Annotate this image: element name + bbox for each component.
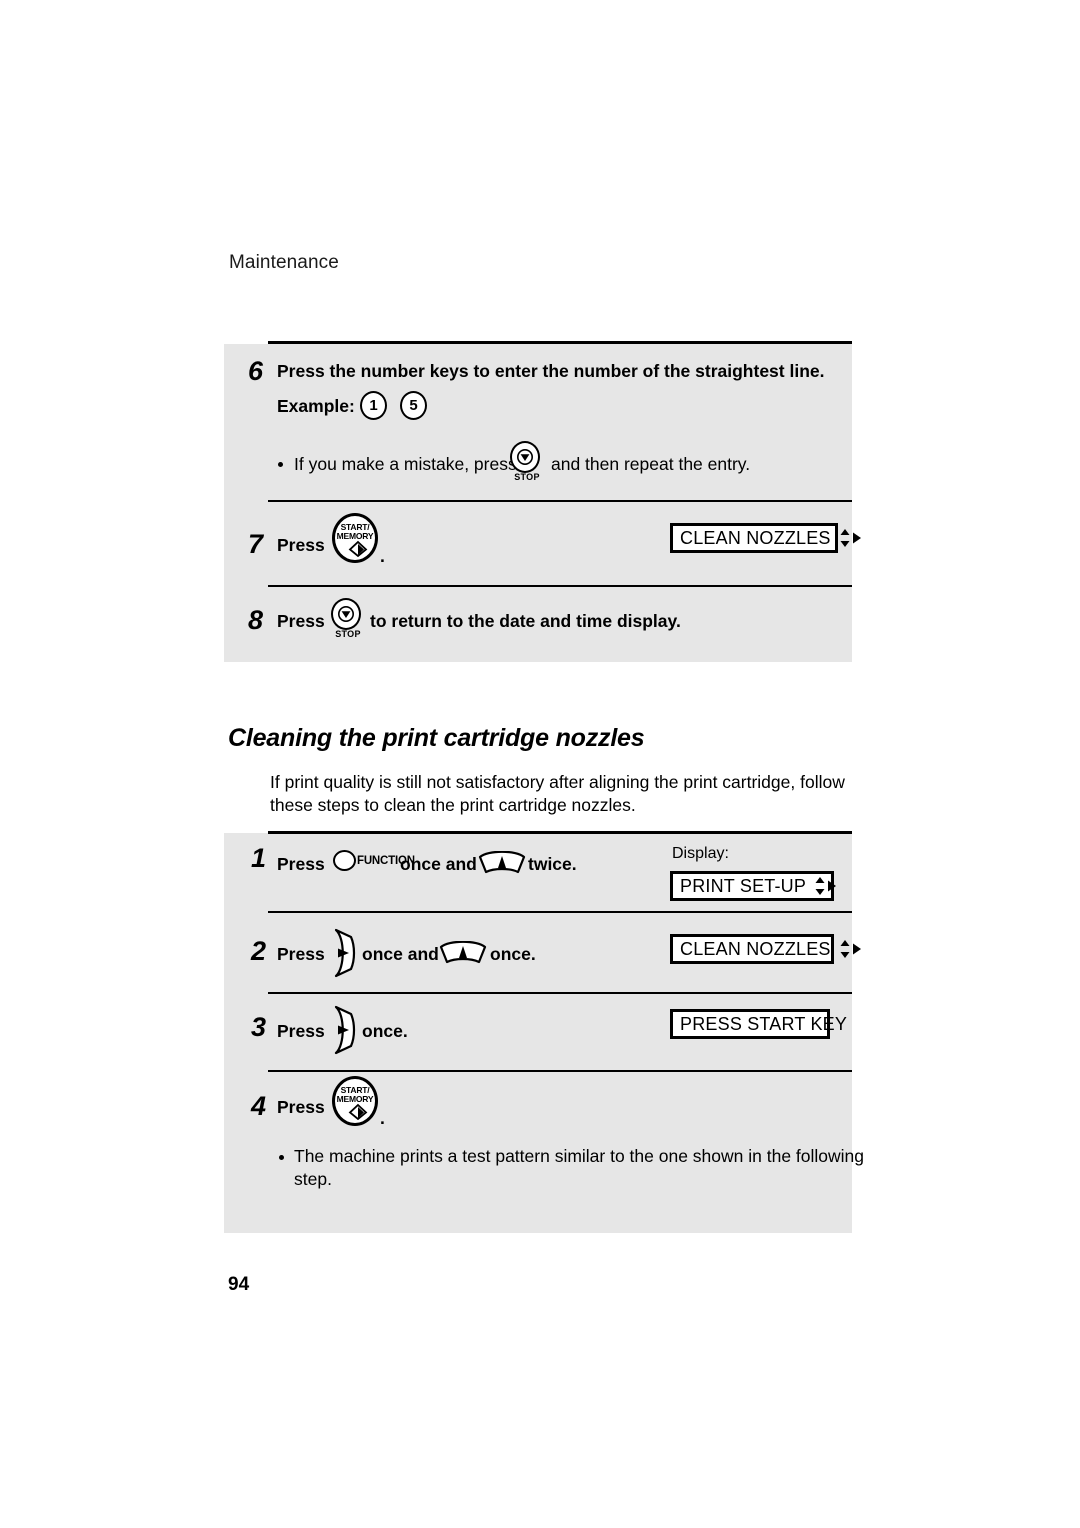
intro-paragraph-line2: these steps to clean the print cartridge… xyxy=(270,795,636,815)
step-number-3: 3 xyxy=(251,1012,267,1042)
rule-above-step-7 xyxy=(268,500,852,502)
up-down-right-arrows-icon xyxy=(840,940,861,958)
running-head: Maintenance xyxy=(229,252,339,273)
up-down-right-arrows-icon xyxy=(840,529,861,547)
step-number-8: 8 xyxy=(248,605,264,635)
manual-page: Maintenance 6 Press the number keys to e… xyxy=(0,0,1080,1528)
display-clean-nozzles-step7: CLEAN NOZZLES xyxy=(670,523,861,553)
step-number-1: 1 xyxy=(251,843,267,873)
step-8-instruction: to return to the date and time display. xyxy=(370,611,681,631)
rule-above-step-4 xyxy=(268,1070,852,1072)
right-arrow-key-icon xyxy=(334,928,356,978)
stop-key[interactable]: STOP xyxy=(331,598,365,639)
display-press-start-key: PRESS START KEY xyxy=(670,1009,847,1039)
step-6-note-after: and then repeat the entry. xyxy=(551,454,751,474)
up-arrow-key[interactable] xyxy=(439,941,487,967)
step-2-after-text: once. xyxy=(490,944,536,964)
display-clean-nozzles-step2: CLEAN NOZZLES xyxy=(670,934,861,964)
display-arrows xyxy=(831,938,863,960)
display-text: PRESS START KEY xyxy=(680,1014,848,1034)
step-1-press-label: Press xyxy=(277,854,325,874)
up-down-right-arrows-icon xyxy=(815,877,837,895)
stop-symbol-icon xyxy=(338,606,354,622)
start-key-line2: MEMORY xyxy=(336,1094,374,1104)
stop-key-body xyxy=(331,598,361,630)
step-number-2: 2 xyxy=(251,936,267,966)
up-arrow-key-icon xyxy=(439,941,487,964)
start-diamond-icon xyxy=(348,540,368,557)
display-arrows xyxy=(831,527,863,549)
step-2-press-label: Press xyxy=(277,944,325,964)
right-arrow-key-icon xyxy=(334,1005,356,1055)
up-arrow-key-icon xyxy=(478,851,526,874)
intro-paragraph-line1: If print quality is still not satisfacto… xyxy=(270,772,845,792)
step-4-period: . xyxy=(380,1108,385,1128)
display-arrows xyxy=(806,875,838,897)
step-1-after-text: twice. xyxy=(528,854,577,874)
number-key-5[interactable]: 5 xyxy=(400,391,427,420)
display-text: CLEAN NOZZLES xyxy=(680,528,831,548)
stop-key[interactable]: STOP xyxy=(510,441,544,482)
right-arrow-key[interactable] xyxy=(329,927,359,979)
step-7-period: . xyxy=(380,546,385,566)
page-number: 94 xyxy=(228,1274,250,1295)
stop-key-label: STOP xyxy=(514,472,540,482)
example-label: Example: xyxy=(277,396,355,416)
number-key-1[interactable]: 1 xyxy=(360,391,387,420)
right-arrow-key[interactable] xyxy=(329,1004,359,1056)
step-1-mid-text: once and xyxy=(400,854,477,874)
step-3-after-text: once. xyxy=(362,1021,408,1041)
stop-symbol-icon xyxy=(517,449,533,465)
bullet-marker xyxy=(279,1155,284,1160)
rule-above-step-8 xyxy=(268,585,852,587)
step-number-7: 7 xyxy=(248,529,264,559)
panel-top-rule xyxy=(268,341,852,344)
stop-key-body xyxy=(510,441,540,473)
step-4-press-label: Press xyxy=(277,1097,325,1117)
start-diamond-icon xyxy=(348,1103,368,1120)
step-4-note-line1: The machine prints a test pattern simila… xyxy=(294,1146,865,1166)
step-number-4: 4 xyxy=(251,1091,267,1121)
rule-above-step-2 xyxy=(268,911,852,913)
step-2-mid-text: once and xyxy=(362,944,439,964)
display-text: CLEAN NOZZLES xyxy=(680,939,831,959)
step-7-press-label: Press xyxy=(277,535,325,555)
start-key-line2: MEMORY xyxy=(336,531,374,541)
panel-bottom-rule xyxy=(268,831,852,834)
start-memory-key[interactable]: START/ MEMORY xyxy=(332,513,378,563)
function-key-circle-icon xyxy=(333,850,356,871)
display-caption: Display: xyxy=(672,845,729,862)
rule-above-step-3 xyxy=(268,992,852,994)
step-3-press-label: Press xyxy=(277,1021,325,1041)
start-memory-key[interactable]: START/ MEMORY xyxy=(332,1076,378,1126)
display-print-set-up: PRINT SET-UP xyxy=(670,871,837,901)
step-number-6: 6 xyxy=(248,356,264,386)
section-heading: Cleaning the print cartridge nozzles xyxy=(228,724,645,752)
step-4-note-line2: step. xyxy=(294,1169,332,1189)
bullet-marker xyxy=(278,462,283,467)
stop-key-label: STOP xyxy=(335,629,361,639)
step-6-instruction: Press the number keys to enter the numbe… xyxy=(277,361,825,381)
step-6-note-before: If you make a mistake, press xyxy=(294,454,517,474)
display-text: PRINT SET-UP xyxy=(680,876,807,896)
up-arrow-key[interactable] xyxy=(478,851,526,877)
step-8-press-label: Press xyxy=(277,611,325,631)
